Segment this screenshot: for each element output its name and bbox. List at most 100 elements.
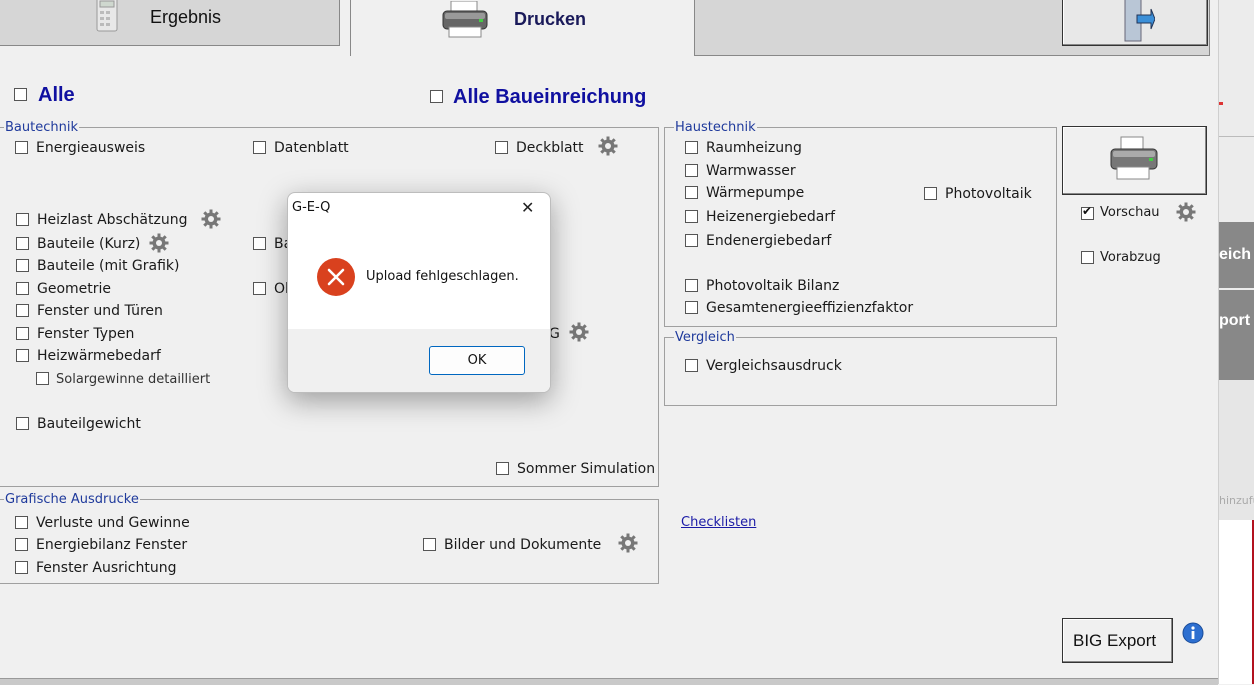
checkbox-photovoltaik[interactable] (924, 187, 937, 200)
label-sommer: Sommer Simulation (517, 461, 656, 477)
group-grafische-title: Grafische Ausdrucke (4, 492, 140, 507)
checkbox-geometrie-right[interactable] (253, 282, 266, 295)
checkbox-bauteilgewicht[interactable] (16, 417, 29, 430)
info-icon[interactable] (1182, 622, 1204, 644)
label-verluste: Verluste und Gewinne (36, 515, 190, 531)
label-geometrie: Geometrie (37, 281, 112, 297)
checkbox-fenster-ausrichtung[interactable] (15, 561, 28, 574)
label-bilder: Bilder und Dokumente (444, 537, 602, 553)
dialog-close-icon[interactable]: ✕ (521, 198, 534, 217)
checkbox-bauteile-grafik[interactable] (16, 259, 29, 272)
checkbox-alle-baueinreichung[interactable] (430, 90, 443, 103)
exit-door-icon (1124, 0, 1155, 42)
checkbox-endenergiebedarf[interactable] (685, 234, 698, 247)
background-red-strip (1219, 520, 1254, 684)
background-red-mark (1219, 102, 1223, 105)
checkbox-vorabzug[interactable] (1081, 251, 1094, 264)
checkbox-solargewinne[interactable] (36, 372, 49, 385)
background-button-2-label: port (1219, 312, 1251, 329)
label-solargewinne: Solargewinne detailliert (56, 372, 211, 387)
error-icon (317, 258, 355, 296)
label-alle: Alle (38, 84, 75, 106)
background-window: eich port hinzufü (1218, 0, 1254, 684)
ok-button-label: OK (467, 353, 487, 368)
background-hint: hinzufü (1219, 494, 1254, 507)
label-vergleichsausdruck: Vergleichsausdruck (706, 358, 842, 374)
checkbox-bauteile-kurz[interactable] (16, 237, 29, 250)
background-divider (1219, 136, 1254, 137)
exit-button[interactable] (1062, 0, 1208, 46)
tab-ergebnis[interactable]: Ergebnis (0, 0, 340, 46)
vorschau-gear-icon[interactable] (1176, 202, 1196, 222)
error-dialog: G-E-Q ✕ Upload fehlgeschlagen. OK (287, 192, 551, 393)
label-fenster-tueren: Fenster und Türen (37, 303, 163, 319)
checkbox-energieausweis[interactable] (15, 141, 28, 154)
checkbox-vergleichsausdruck[interactable] (685, 359, 698, 372)
tab-drucken-label: Drucken (514, 9, 587, 29)
checkbox-deckblatt[interactable] (495, 141, 508, 154)
checklisten-link[interactable]: Checklisten (681, 515, 756, 530)
calculator-icon (96, 0, 118, 32)
label-heizenergiebedarf: Heizenergiebedarf (706, 209, 836, 225)
checkbox-heizwaermebedarf[interactable] (16, 349, 29, 362)
label-deckblatt: Deckblatt (516, 140, 584, 156)
label-raumheizung: Raumheizung (706, 140, 802, 156)
heizlast-gear-icon[interactable] (201, 209, 221, 229)
label-energieausweis: Energieausweis (36, 140, 146, 156)
ok-button[interactable]: OK (429, 346, 525, 375)
group-haustechnik-title: Haustechnik (674, 120, 757, 135)
group-vergleich-title: Vergleich (674, 330, 736, 345)
label-heizwaermebedarf: Heizwärmebedarf (37, 348, 161, 364)
checkbox-warmwasser[interactable] (685, 164, 698, 177)
tab-drucken[interactable]: Drucken (350, 0, 695, 56)
checkbox-vorschau[interactable] (1081, 204, 1094, 220)
checkbox-pv-bilanz[interactable] (685, 279, 698, 292)
checkbox-waermepumpe[interactable] (685, 186, 698, 199)
label-alle-baueinreichung: Alle Baueinreichung (453, 86, 647, 108)
print-button[interactable] (1062, 126, 1207, 195)
checkbox-gesamtenergie[interactable] (685, 301, 698, 314)
label-vorschau: Vorschau (1100, 205, 1160, 220)
checkbox-sommer[interactable] (496, 462, 509, 475)
label-bauteile-grafik: Bauteile (mit Grafik) (37, 258, 180, 274)
big-export-label: BIG Export (1073, 631, 1157, 650)
label-pv-bilanz: Photovoltaik Bilanz (706, 278, 840, 294)
print-button-printer-icon (1110, 136, 1158, 180)
label-bauteile-kurz: Bauteile (Kurz) (37, 236, 141, 252)
label-fenster-ausrichtung: Fenster Ausrichtung (36, 560, 177, 576)
checkbox-raumheizung[interactable] (685, 141, 698, 154)
label-photovoltaik: Photovoltaik (945, 186, 1032, 202)
label-waermepumpe: Wärmepumpe (706, 185, 805, 201)
big-export-button[interactable]: BIG Export (1062, 618, 1173, 663)
checkbox-bilder[interactable] (423, 538, 436, 551)
group-bautechnik-title: Bautechnik (4, 120, 79, 135)
label-heizlast: Heizlast Abschätzung (37, 212, 188, 228)
checkbox-heizenergiebedarf[interactable] (685, 210, 698, 223)
deckblatt-gear-icon[interactable] (598, 136, 618, 156)
checkbox-alle[interactable] (14, 88, 27, 101)
checkbox-fenster-tueren[interactable] (16, 304, 29, 317)
background-button-2[interactable]: port (1219, 290, 1254, 380)
label-datenblatt: Datenblatt (274, 140, 349, 156)
checkbox-bauteile-kurz-right[interactable] (253, 237, 266, 250)
hidden-item-gear-icon[interactable] (569, 322, 589, 342)
dialog-message: Upload fehlgeschlagen. (366, 269, 519, 284)
background-button-1[interactable]: eich (1219, 222, 1254, 288)
checkbox-energiebilanz[interactable] (15, 538, 28, 551)
group-haustechnik (664, 127, 1057, 327)
checkbox-fenster-typen[interactable] (16, 327, 29, 340)
bilder-gear-icon[interactable] (618, 533, 638, 553)
bauteile-kurz-gear-icon[interactable] (149, 233, 169, 253)
background-button-1-label: eich (1219, 246, 1252, 263)
checkbox-heizlast[interactable] (16, 213, 29, 226)
tab-ergebnis-label: Ergebnis (150, 7, 222, 27)
label-bauteilgewicht: Bauteilgewicht (37, 416, 141, 432)
checkbox-verluste[interactable] (15, 516, 28, 529)
label-fenster-typen: Fenster Typen (37, 326, 135, 342)
checkbox-datenblatt[interactable] (253, 141, 266, 154)
label-endenergiebedarf: Endenergiebedarf (706, 233, 832, 249)
label-energiebilanz: Energiebilanz Fenster (36, 537, 188, 553)
label-vorabzug: Vorabzug (1100, 250, 1161, 265)
dialog-title: G-E-Q (292, 200, 331, 215)
checkbox-geometrie[interactable] (16, 282, 29, 295)
